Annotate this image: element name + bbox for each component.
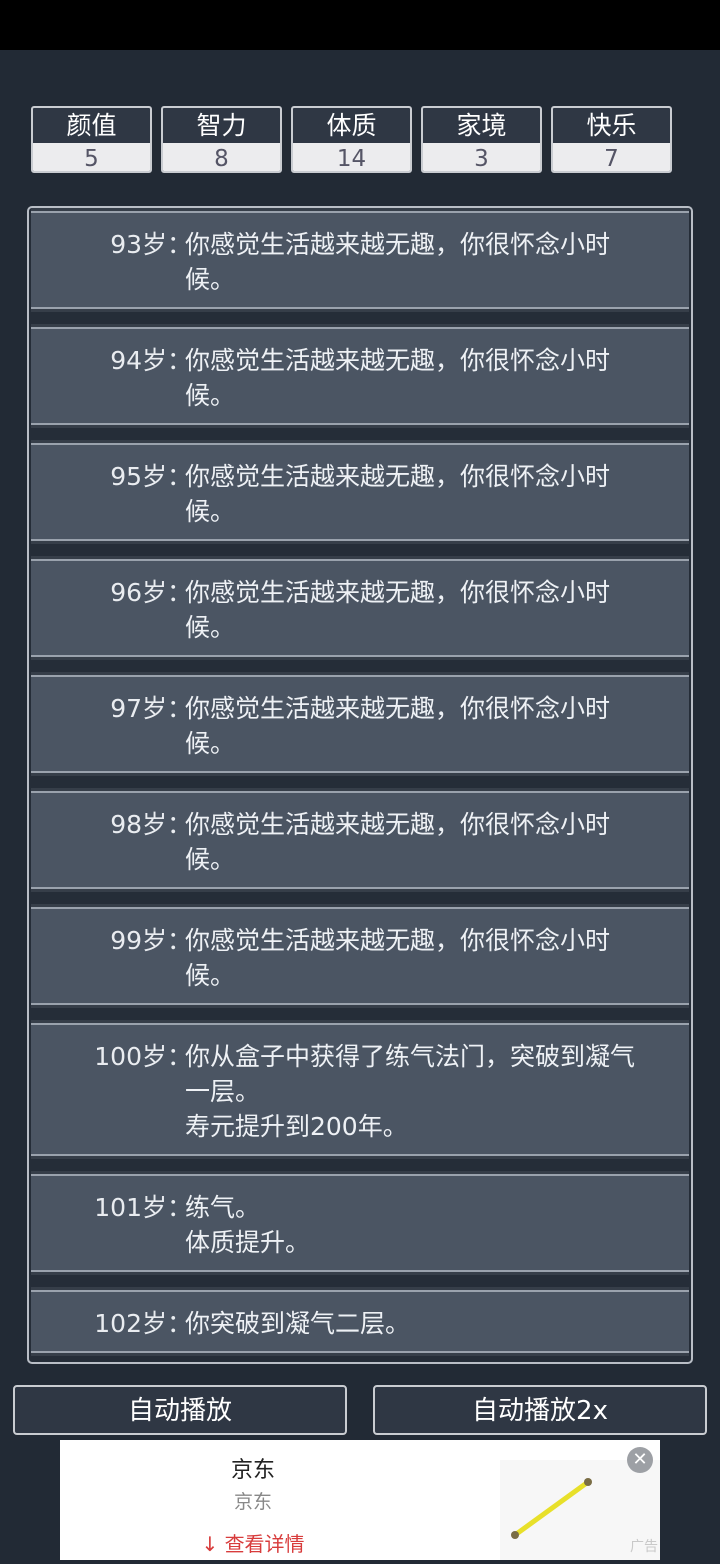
log-separator: ： <box>167 694 193 723</box>
stat-constitution: 体质 14 <box>291 106 412 173</box>
ad-title: 京东 <box>230 1458 275 1483</box>
stat-value: 14 <box>293 143 410 171</box>
ad-cta-button[interactable]: ↓ 查看详情 <box>60 1528 446 1557</box>
log-text: 你感觉生活越来越无趣，你很怀念小时 候。 <box>185 694 611 758</box>
log-text: 你突破到凝气二层。 <box>185 1309 411 1338</box>
close-icon[interactable]: ✕ <box>627 1447 653 1473</box>
ad-label: 广告 <box>630 1539 658 1555</box>
log-separator: ： <box>167 1309 193 1338</box>
autoplay-2x-button[interactable]: 自动播放2x <box>373 1385 707 1435</box>
stat-label: 体质 <box>326 111 377 140</box>
ad-banner[interactable]: 京东 京东 ↓ 查看详情 ✕ 广告 <box>60 1440 660 1560</box>
log-age: 96岁 <box>110 578 167 607</box>
log-entry: 95岁 ： 你感觉生活越来越无趣，你很怀念小时 候。 <box>31 443 689 541</box>
log-age: 97岁 <box>110 694 167 723</box>
log-text: 你感觉生活越来越无趣，你很怀念小时 候。 <box>185 230 611 294</box>
log-age: 93岁 <box>110 230 167 259</box>
log-separator: ： <box>167 230 193 259</box>
log-text: 练气。 体质提升。 <box>185 1193 311 1257</box>
log-age: 101岁 <box>94 1193 167 1222</box>
log-age: 95岁 <box>110 462 167 491</box>
autoplay-button[interactable]: 自动播放 <box>13 1385 347 1435</box>
stat-value: 5 <box>33 143 150 171</box>
stat-happiness: 快乐 7 <box>551 106 672 173</box>
stat-value: 7 <box>553 143 670 171</box>
stat-family: 家境 3 <box>421 106 542 173</box>
log-separator: ： <box>167 346 193 375</box>
log-entry: 93岁 ： 你感觉生活越来越无趣，你很怀念小时 候。 <box>31 211 689 309</box>
log-age: 100岁 <box>94 1042 167 1071</box>
log-entry: 98岁 ： 你感觉生活越来越无趣，你很怀念小时 候。 <box>31 791 689 889</box>
stat-appearance: 颜值 5 <box>31 106 152 173</box>
stat-intelligence: 智力 8 <box>161 106 282 173</box>
log-text: 你感觉生活越来越无趣，你很怀念小时 候。 <box>185 578 611 642</box>
log-entry: 94岁 ： 你感觉生活越来越无趣，你很怀念小时 候。 <box>31 327 689 425</box>
log-text: 你感觉生活越来越无趣，你很怀念小时 候。 <box>185 346 611 410</box>
ad-cta-label: 查看详情 <box>224 1532 305 1556</box>
log-text: 你从盒子中获得了练气法门，突破到凝气 一层。 寿元提升到200年。 <box>185 1042 636 1141</box>
log-separator: ： <box>167 462 193 491</box>
ad-subtitle: 京东 <box>233 1491 272 1513</box>
status-bar <box>0 0 720 50</box>
stat-label: 智力 <box>196 111 247 140</box>
life-log-list: 候。 93岁 ： 你感觉生活越来越无趣，你很怀念小时 候。 94岁 ： 你感觉生… <box>29 208 691 1362</box>
stat-label: 家境 <box>456 111 507 140</box>
log-separator: ： <box>167 1193 193 1222</box>
log-entry: 97岁 ： 你感觉生活越来越无趣，你很怀念小时 候。 <box>31 675 689 773</box>
log-text: 你感觉生活越来越无趣，你很怀念小时 候。 <box>185 462 611 526</box>
log-entry: 96岁 ： 你感觉生活越来越无趣，你很怀念小时 候。 <box>31 559 689 657</box>
stat-label: 颜值 <box>66 111 117 140</box>
log-separator: ： <box>167 810 193 839</box>
log-age: 102岁 <box>94 1309 167 1338</box>
log-entry: 99岁 ： 你感觉生活越来越无趣，你很怀念小时 候。 <box>31 907 689 1005</box>
log-age: 94岁 <box>110 346 167 375</box>
stat-value: 3 <box>423 143 540 171</box>
attribute-stats: 颜值 5 智力 8 体质 14 家境 3 快乐 7 <box>31 106 672 173</box>
log-separator: ： <box>167 578 193 607</box>
log-separator: ： <box>167 1042 193 1071</box>
log-age: 99岁 <box>110 926 167 955</box>
log-text: 你感觉生活越来越无趣，你很怀念小时 候。 <box>185 926 611 990</box>
log-age: 98岁 <box>110 810 167 839</box>
download-arrow-icon: ↓ <box>201 1532 219 1556</box>
log-entry: 100岁 ： 你从盒子中获得了练气法门，突破到凝气 一层。 寿元提升到200年。 <box>31 1023 689 1156</box>
log-entry: 101岁 ： 练气。 体质提升。 <box>31 1174 689 1272</box>
log-separator: ： <box>167 926 193 955</box>
life-log-panel[interactable]: 候。 93岁 ： 你感觉生活越来越无趣，你很怀念小时 候。 94岁 ： 你感觉生… <box>27 206 693 1364</box>
stat-label: 快乐 <box>586 111 637 140</box>
log-text: 你感觉生活越来越无趣，你很怀念小时 候。 <box>185 810 611 874</box>
stat-value: 8 <box>163 143 280 171</box>
log-entry: 102岁 ： 你突破到凝气二层。 <box>31 1290 689 1353</box>
